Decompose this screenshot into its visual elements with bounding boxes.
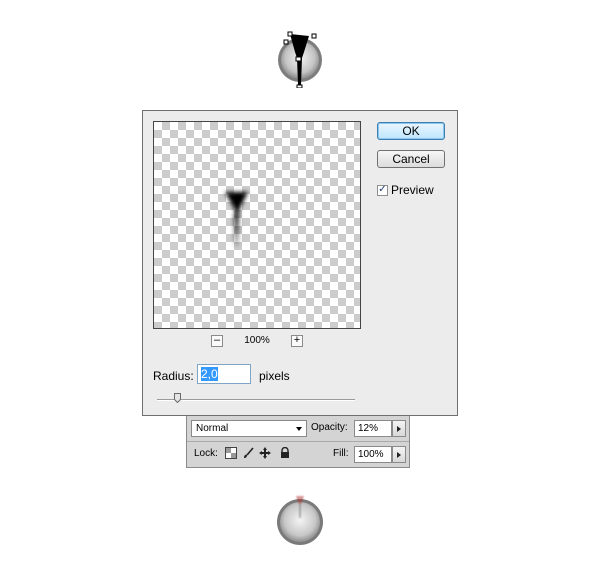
fill-arrow-button[interactable] <box>392 446 406 463</box>
radius-slider-thumb[interactable] <box>174 393 181 404</box>
zoom-level: 100% <box>244 335 270 346</box>
chevron-down-icon <box>296 427 302 431</box>
preview-option[interactable]: ✓ Preview <box>377 183 434 197</box>
opacity-input[interactable]: 12% <box>354 420 392 437</box>
opacity-arrow-button[interactable] <box>392 420 406 437</box>
cancel-button[interactable]: Cancel <box>377 150 445 168</box>
opacity-label: Opacity: <box>311 422 348 433</box>
zoom-in-button[interactable]: + <box>291 335 303 347</box>
zoom-out-button[interactable]: – <box>211 335 223 347</box>
layers-lock-row: Lock: Fill: 100% <box>187 442 409 467</box>
gaussian-blur-dialog: OK Cancel ✓ Preview – 100% + Radius: 2,0… <box>142 110 458 416</box>
lock-label: Lock: <box>194 448 218 459</box>
blend-mode-select[interactable]: Normal <box>191 420 307 437</box>
layers-panel: Normal Opacity: 12% Lock: Fill: 100% <box>186 416 410 468</box>
radius-unit: pixels <box>259 369 290 383</box>
layers-blend-row: Normal Opacity: 12% <box>187 416 409 442</box>
radius-label: Radius: <box>153 369 194 383</box>
knob-top-image <box>276 30 326 89</box>
knob-bottom-image <box>276 494 326 548</box>
preview-label: Preview <box>391 183 434 197</box>
lock-all-icon[interactable] <box>279 446 291 459</box>
lock-transparent-icon[interactable] <box>225 447 237 459</box>
lock-move-icon[interactable] <box>259 447 271 459</box>
radius-slider-track[interactable] <box>157 399 355 401</box>
radius-input[interactable]: 2,0 <box>197 364 251 384</box>
ok-button[interactable]: OK <box>377 122 445 140</box>
preview-checkbox[interactable]: ✓ <box>377 184 388 196</box>
fill-input[interactable]: 100% <box>354 446 392 463</box>
blend-mode-value: Normal <box>196 423 229 434</box>
fill-label: Fill: <box>333 448 349 459</box>
preview-canvas[interactable] <box>153 121 361 329</box>
radius-value: 2,0 <box>201 367 218 381</box>
lock-brush-icon[interactable] <box>242 447 254 459</box>
